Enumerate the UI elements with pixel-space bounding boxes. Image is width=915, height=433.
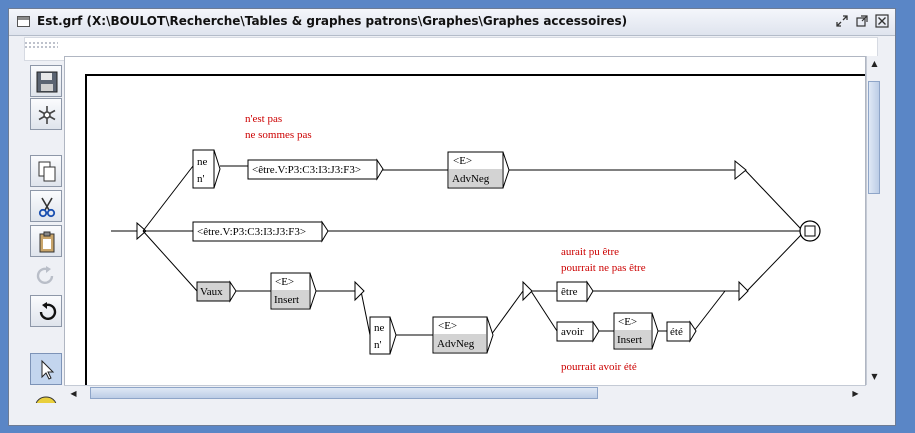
minimize-icon[interactable] — [835, 14, 849, 28]
svg-text:n': n' — [197, 173, 205, 185]
box-avoir[interactable]: avoir — [556, 320, 600, 343]
svg-text:Insert: Insert — [617, 334, 642, 346]
initial-state[interactable] — [111, 221, 147, 241]
scroll-left-arrow-icon[interactable]: ◀ — [67, 387, 80, 400]
transitions — [142, 165, 802, 336]
box-ne-nprime-lower[interactable]: ne n' — [369, 316, 397, 355]
horizontal-scroll-thumb[interactable] — [90, 387, 598, 399]
scroll-right-arrow-icon[interactable]: ▶ — [849, 387, 862, 400]
comment-ne-sommes-pas[interactable]: ne sommes pas — [245, 129, 312, 141]
maximize-icon[interactable] — [855, 14, 869, 28]
svg-text:Vaux: Vaux — [200, 286, 223, 298]
svg-text:<E>: <E> — [275, 276, 294, 288]
paste-button[interactable] — [30, 225, 62, 257]
svg-text:être: être — [561, 286, 578, 298]
box-advneg-lower[interactable]: <E> AdvNeg — [432, 316, 494, 354]
window-title: Est.grf (X:\BOULOT\Recherche\Tables & gr… — [37, 14, 628, 28]
vertical-scroll-thumb[interactable] — [868, 81, 880, 194]
select-button[interactable] — [30, 353, 62, 385]
next-tool-button[interactable] — [30, 389, 62, 403]
window-icon — [17, 16, 30, 27]
box-etre-middle[interactable]: <être.V:P3:C3:I3:J3:F3> — [192, 220, 329, 243]
svg-text:<E>: <E> — [438, 320, 457, 332]
svg-text:AdvNeg: AdvNeg — [437, 338, 475, 350]
cut-button[interactable] — [30, 190, 62, 222]
undo-button[interactable] — [30, 295, 62, 327]
box-insert[interactable]: <E> Insert — [270, 272, 317, 310]
save-button[interactable] — [30, 65, 62, 97]
scroll-up-arrow-icon[interactable]: ▲ — [868, 57, 881, 70]
svg-text:AdvNeg: AdvNeg — [452, 173, 490, 185]
close-icon[interactable] — [875, 14, 889, 28]
comment-pourrait-avoir-ete[interactable]: pourrait avoir été — [561, 361, 637, 373]
box-ete[interactable]: été — [666, 320, 697, 343]
redo-button[interactable] — [30, 260, 62, 292]
box-insert-right[interactable]: <E> Insert — [613, 312, 659, 350]
compile-button[interactable] — [30, 98, 62, 130]
comment-pourrait-ne-pas-etre[interactable]: pourrait ne pas être — [561, 262, 646, 274]
copy-button[interactable] — [30, 155, 62, 187]
toolbar-grip[interactable] — [24, 41, 58, 49]
svg-text:ne: ne — [197, 156, 208, 168]
svg-text:ne: ne — [374, 322, 385, 334]
svg-text:n': n' — [374, 339, 382, 351]
final-state[interactable] — [799, 220, 821, 242]
svg-text:Insert: Insert — [274, 294, 299, 306]
junction-node-2[interactable] — [522, 280, 533, 302]
graph-canvas[interactable]: n'est pas ne sommes pas aurait pu être p… — [64, 56, 866, 387]
scroll-down-arrow-icon[interactable]: ▼ — [868, 370, 881, 383]
box-etre-right[interactable]: être — [556, 280, 594, 303]
comment-aurait-pu-etre[interactable]: aurait pu être — [561, 246, 619, 258]
box-vaux[interactable]: Vaux — [196, 280, 237, 303]
box-ne-nprime[interactable]: ne n' — [192, 149, 221, 189]
svg-text:<être.V:P3:C3:I3:J3:F3>: <être.V:P3:C3:I3:J3:F3> — [197, 226, 306, 238]
box-etre-upper[interactable]: <être.V:P3:C3:I3:J3:F3> — [247, 158, 384, 181]
svg-text:<E>: <E> — [453, 155, 472, 167]
join-node-upper[interactable] — [734, 159, 747, 181]
title-bar[interactable]: Est.grf (X:\BOULOT\Recherche\Tables & gr… — [9, 9, 895, 36]
horizontal-scrollbar[interactable]: ◀ ▶ — [64, 385, 866, 401]
svg-text:été: été — [670, 326, 683, 338]
toolbar — [28, 55, 68, 405]
vertical-scrollbar[interactable]: ▲ ▼ — [866, 56, 882, 385]
comment-nest-pas[interactable]: n'est pas — [245, 113, 282, 125]
svg-text:avoir: avoir — [561, 326, 584, 338]
svg-text:<E>: <E> — [618, 316, 637, 328]
svg-text:<être.V:P3:C3:I3:J3:F3>: <être.V:P3:C3:I3:J3:F3> — [252, 164, 361, 176]
join-node-lower[interactable] — [738, 280, 749, 302]
box-advneg-upper[interactable]: <E> AdvNeg — [447, 151, 510, 189]
